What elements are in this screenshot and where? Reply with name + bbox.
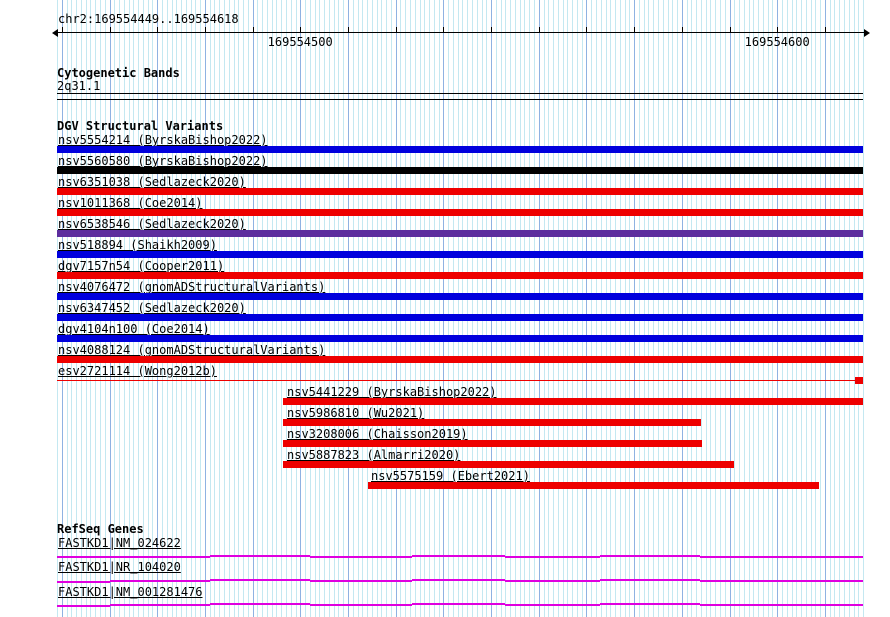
variant-bar[interactable]	[57, 356, 863, 363]
gene-line-segment[interactable]	[210, 555, 310, 557]
gene-line-segment[interactable]	[795, 580, 863, 582]
variant-label[interactable]: nsv5560580 (ByrskaBishop2022)	[58, 155, 268, 167]
ruler-tick	[491, 27, 492, 32]
variant-bar[interactable]	[283, 419, 701, 426]
gene-line-segment[interactable]	[57, 581, 110, 583]
variant-label[interactable]: nsv1011368 (Coe2014)	[58, 197, 203, 209]
refseq-genes-title: RefSeq Genes	[57, 522, 144, 536]
variant-bar[interactable]	[283, 440, 702, 447]
cytogenetic-band-box[interactable]	[57, 93, 863, 100]
variant-label[interactable]: nsv518894 (Shaikh2009)	[58, 239, 217, 251]
gene-line-segment[interactable]	[600, 579, 700, 581]
ruler-left-arrow-icon	[52, 29, 58, 37]
variant-label[interactable]: nsv5441229 (ByrskaBishop2022)	[287, 386, 497, 398]
ruler-tick	[395, 27, 397, 32]
gene-line-segment[interactable]	[310, 580, 412, 582]
region-coordinates: chr2:169554449..169554618	[58, 12, 239, 26]
gene-line-segment[interactable]	[412, 555, 505, 557]
ruler-tick	[586, 27, 588, 32]
gene-line-segment[interactable]	[795, 556, 863, 558]
variant-bar[interactable]	[57, 314, 863, 321]
variant-bar[interactable]	[368, 482, 819, 489]
gene-label[interactable]: FASTKD1|NR_104020	[58, 561, 181, 573]
ruler-tick	[157, 27, 159, 32]
variant-label[interactable]: nsv4088124 (gnomADStructuralVariants)	[58, 344, 325, 356]
gene-line-segment[interactable]	[412, 579, 505, 581]
grid-line	[863, 0, 864, 617]
variant-label[interactable]: nsv5986810 (Wu2021)	[287, 407, 424, 419]
ruler-tick	[300, 27, 302, 32]
gene-line-segment[interactable]	[505, 556, 600, 558]
variant-bar[interactable]	[57, 209, 863, 216]
variant-bar[interactable]	[57, 146, 863, 153]
variant-label[interactable]: nsv6347452 (Sedlazeck2020)	[58, 302, 246, 314]
gene-label[interactable]: FASTKD1|NM_001281476	[58, 586, 203, 598]
gene-line-segment[interactable]	[600, 555, 700, 557]
variant-bar[interactable]	[57, 293, 863, 300]
ruler-tick	[729, 27, 731, 32]
gene-line-segment[interactable]	[505, 580, 600, 582]
gene-line-segment[interactable]	[57, 556, 110, 558]
ruler-tick	[347, 27, 349, 32]
gene-line-segment[interactable]	[600, 603, 700, 605]
gene-line-segment[interactable]	[412, 603, 505, 605]
gene-line-segment[interactable]	[700, 604, 795, 606]
gene-line-segment[interactable]	[310, 556, 412, 558]
variant-label[interactable]: nsv5554214 (ByrskaBishop2022)	[58, 134, 268, 146]
ruler-tick	[681, 27, 683, 32]
gene-line-segment[interactable]	[110, 556, 210, 558]
cytogenetic-band-label: 2q31.1	[57, 79, 101, 93]
variant-bar[interactable]	[57, 230, 863, 237]
variant-label[interactable]: nsv4076472 (gnomADStructuralVariants)	[58, 281, 325, 293]
ruler-right-arrow-icon	[864, 29, 870, 37]
ruler-tick	[443, 27, 445, 32]
genome-browser-panel: chr2:169554449..169554618 169554500 16955…	[0, 0, 890, 617]
gene-line-segment[interactable]	[700, 556, 795, 558]
ruler-tick	[824, 27, 826, 32]
ruler-line	[57, 32, 866, 33]
ruler-tick	[252, 27, 254, 32]
variant-bar[interactable]	[283, 461, 734, 468]
variant-bar[interactable]	[57, 272, 863, 279]
ruler-tick	[538, 27, 540, 32]
variant-label[interactable]: nsv3208006 (Chaisson2019)	[287, 428, 468, 440]
ruler-tick	[204, 27, 206, 32]
gene-line-segment[interactable]	[505, 604, 600, 606]
variant-label[interactable]: dgv4104n100 (Coe2014)	[58, 323, 210, 335]
variant-label[interactable]: dgv7157n54 (Cooper2011)	[58, 260, 224, 272]
variant-label[interactable]: esv2721114 (Wong2012b)	[58, 365, 217, 377]
gene-line-segment[interactable]	[310, 604, 412, 606]
variant-thin-line[interactable]	[57, 380, 855, 381]
ruler-tick	[634, 27, 636, 32]
ruler-tick-label: 169554500	[267, 35, 333, 49]
gene-line-segment[interactable]	[210, 579, 310, 581]
gene-label[interactable]: FASTKD1|NM_024622	[58, 537, 181, 549]
cytogenetic-bands-title: Cytogenetic Bands	[57, 66, 180, 80]
variant-label[interactable]: nsv5575159 (Ebert2021)	[371, 470, 530, 482]
gene-line-segment[interactable]	[700, 580, 795, 582]
variant-bar[interactable]	[57, 188, 863, 195]
ruler-tick	[61, 27, 63, 32]
variant-bar[interactable]	[57, 335, 863, 342]
gene-line-segment[interactable]	[110, 604, 210, 606]
gene-line-segment[interactable]	[57, 605, 110, 607]
variant-bar[interactable]	[57, 251, 863, 258]
variant-bar[interactable]	[57, 167, 863, 174]
variant-bar[interactable]	[283, 398, 863, 405]
variant-label[interactable]: nsv6351038 (Sedlazeck2020)	[58, 176, 246, 188]
gene-line-segment[interactable]	[110, 580, 210, 582]
variant-label[interactable]: nsv6538546 (Sedlazeck2020)	[58, 218, 246, 230]
gene-line-segment[interactable]	[795, 604, 863, 606]
dgv-structural-variants-title: DGV Structural Variants	[57, 119, 224, 133]
gene-line-segment[interactable]	[210, 603, 310, 605]
ruler-tick	[777, 27, 779, 32]
ruler-tick	[109, 27, 111, 32]
ruler-tick-label: 169554600	[744, 35, 810, 49]
variant-label[interactable]: nsv5887823 (Almarri2020)	[287, 449, 460, 461]
variant-end-box[interactable]	[855, 377, 863, 384]
